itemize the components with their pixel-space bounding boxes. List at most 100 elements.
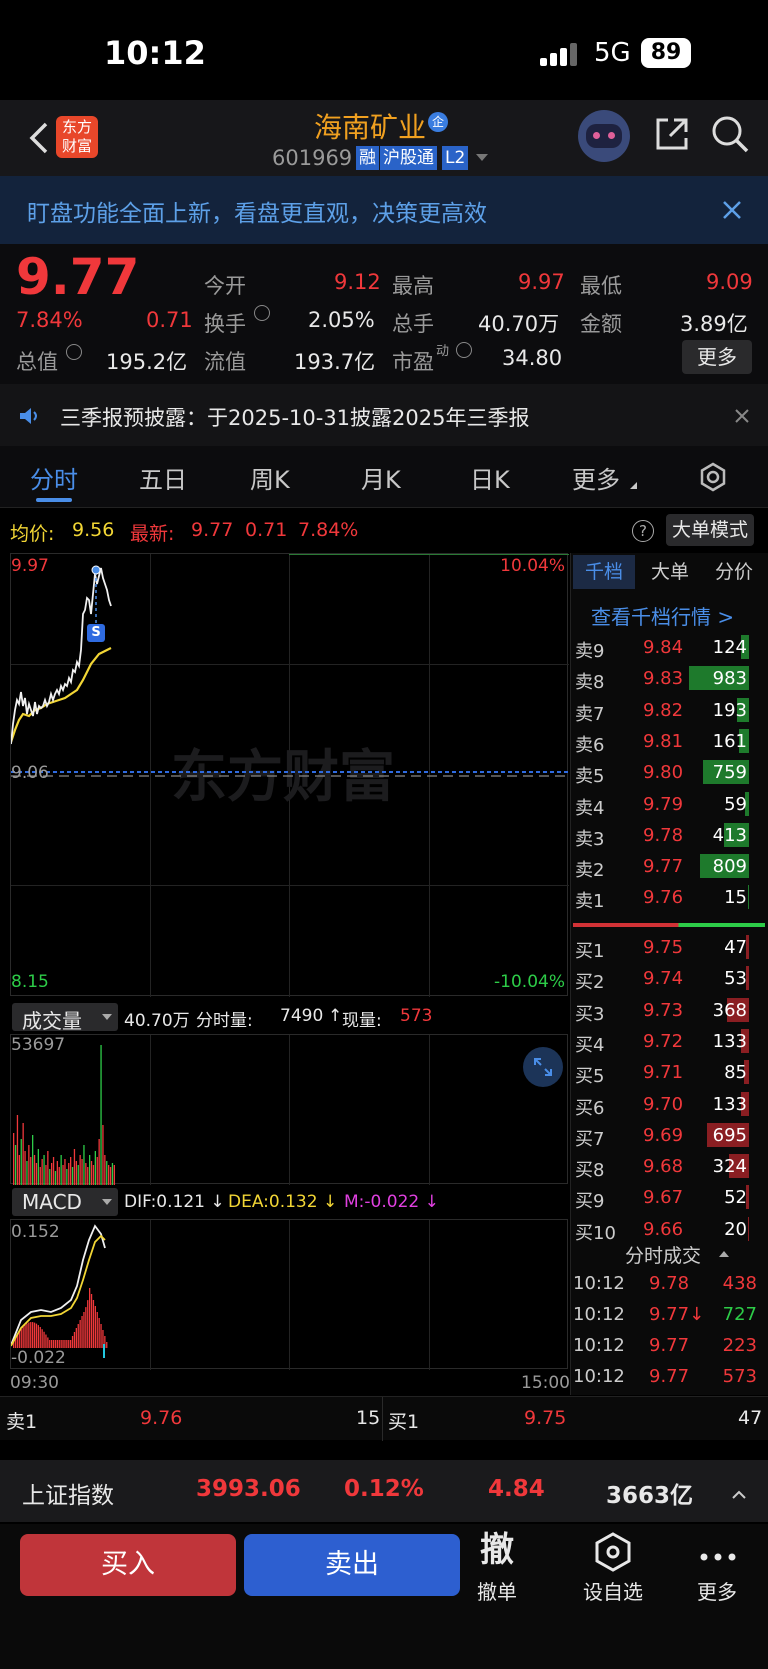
bid-row[interactable]: 买3 9.73 368 <box>571 996 761 1027</box>
ask-volume: 809 <box>712 856 747 878</box>
robot-avatar-icon[interactable] <box>578 110 630 162</box>
view-depth-link[interactable]: 查看千档行情 > <box>591 601 734 630</box>
bid-row[interactable]: 买9 9.67 52 <box>571 1183 761 1214</box>
tab-depth[interactable]: 千档 <box>573 555 635 589</box>
sell-button[interactable]: 卖出 <box>244 1534 460 1596</box>
bid-price: 9.67 <box>643 1187 684 1209</box>
bid-row[interactable]: 买8 9.68 324 <box>571 1152 761 1183</box>
tab-daily[interactable]: 日K <box>470 460 510 495</box>
volume-bars <box>13 1045 115 1185</box>
bid-row[interactable]: 买4 9.72 133 <box>571 1027 761 1058</box>
big-order-mode-button[interactable]: 大单模式 <box>666 514 754 546</box>
tab-price-distribution[interactable]: 分价 <box>703 555 765 589</box>
volume-bar <box>51 1163 53 1185</box>
help-icon[interactable]: ? <box>632 520 654 542</box>
ask-price: 9.84 <box>643 637 684 658</box>
info-icon[interactable] <box>66 344 82 360</box>
current-price: 9.77 <box>16 248 140 306</box>
tab-big-orders[interactable]: 大单 <box>639 555 701 589</box>
volume-bar <box>45 1165 47 1185</box>
bid-level-label: 买7 <box>575 1128 605 1150</box>
macd-bar <box>71 1336 74 1348</box>
bid-row[interactable]: 买1 9.75 47 <box>571 933 761 964</box>
current-volume: 573 <box>400 1006 433 1026</box>
bid-level-label: 买1 <box>575 941 605 962</box>
feature-banner[interactable]: 盯盘功能全面上新，看盘更直观，决策更高效 <box>0 176 768 244</box>
ask-row[interactable]: 卖2 9.77 809 <box>571 852 761 883</box>
buy-button[interactable]: 买入 <box>20 1534 236 1596</box>
macd-bar <box>87 1300 89 1348</box>
index-bar[interactable]: 上证指数 3993.06 0.12% 4.84 3663亿 <box>0 1460 768 1522</box>
level1-ask-volume: 15 <box>356 1407 381 1429</box>
expand-icon[interactable] <box>523 1047 563 1087</box>
order-book-panel: 千档 大单 分价 查看千档行情 > 卖9 9.84 124 卖8 9.83 983 卖7 9.… <box>570 553 768 1395</box>
notice-text: 三季报预披露：于2025-10-31披露2025年三季报 <box>60 406 530 430</box>
cancel-order-button[interactable]: 撤 撤单 <box>452 1528 542 1604</box>
volume-chart[interactable]: 53697 <box>10 1034 568 1185</box>
close-icon[interactable] <box>734 408 750 424</box>
tab-more[interactable]: 更多 <box>572 460 620 495</box>
macd-bar <box>62 1340 64 1348</box>
bid-row[interactable]: 买2 9.74 53 <box>571 964 761 995</box>
macd-dif: DIF:0.121 ↓ <box>124 1192 225 1212</box>
macd-bar <box>70 1340 72 1348</box>
macd-bar <box>79 1320 81 1348</box>
bid-row[interactable]: 买7 9.69 695 <box>571 1121 761 1152</box>
macd-bar <box>49 1340 51 1348</box>
volume-bar <box>56 1161 58 1185</box>
more-button[interactable]: 更多 <box>682 340 752 374</box>
macd-bar <box>47 1337 49 1348</box>
ask-level-label: 卖5 <box>575 766 605 788</box>
macd-selector[interactable]: MACD <box>12 1188 118 1216</box>
volume-selector[interactable]: 成交量 <box>12 1003 118 1033</box>
ask-row[interactable]: 卖9 9.84 124 <box>571 633 761 664</box>
bid-row[interactable]: 买6 9.70 133 <box>571 1090 761 1121</box>
share-icon[interactable] <box>652 114 692 154</box>
bid-level-label: 买4 <box>575 1034 605 1056</box>
tab-monthly[interactable]: 月K <box>361 460 401 495</box>
info-icon[interactable] <box>456 342 472 358</box>
price-axis-mid: 9.06 <box>11 763 49 783</box>
index-change: 4.84 <box>488 1476 545 1502</box>
notice-bar[interactable]: 三季报预披露：于2025-10-31披露2025年三季报 <box>0 384 768 446</box>
ask-row[interactable]: 卖6 9.81 161 <box>571 727 761 758</box>
info-icon[interactable] <box>254 305 270 321</box>
settings-icon[interactable] <box>698 462 728 492</box>
ask-row[interactable]: 卖8 9.83 983 <box>571 664 761 695</box>
index-value: 3993.06 <box>196 1476 301 1502</box>
sell-signal-marker[interactable]: S <box>87 624 105 642</box>
volume-bar <box>87 1167 89 1185</box>
volume-bar <box>13 1133 15 1185</box>
macd-bar <box>56 1340 58 1348</box>
ask-row[interactable]: 卖1 9.76 15 <box>571 883 761 914</box>
macd-chart[interactable]: 0.152 -0.022 <box>10 1219 568 1370</box>
more-actions-label: 更多 <box>697 1580 737 1604</box>
volume-bar <box>28 1145 30 1185</box>
macd-bar <box>75 1328 77 1348</box>
quote-panel: 9.77 7.84% 0.71 总值 195.2亿 今开 9.12 换手 2.0… <box>0 244 768 384</box>
tab-intraday[interactable]: 分时 <box>30 460 78 495</box>
tab-weekly[interactable]: 周K <box>250 460 290 495</box>
ask-level-label: 卖6 <box>575 734 605 756</box>
trades-title[interactable]: 分时成交 <box>625 1241 701 1268</box>
volume-bar <box>106 1161 108 1185</box>
bid-level-label: 买3 <box>575 1003 605 1025</box>
ask-row[interactable]: 卖3 9.78 413 <box>571 821 761 852</box>
price-axis-bottom: 8.15 <box>11 972 49 992</box>
intraday-chart[interactable]: 东方财富 S 9.97 9.06 8.15 10.04% -10.04% <box>10 553 569 997</box>
code-dropdown-icon[interactable] <box>476 154 488 161</box>
volume-bar <box>109 1167 112 1185</box>
search-icon[interactable] <box>710 114 750 154</box>
close-icon[interactable] <box>722 200 742 220</box>
chevron-up-icon[interactable] <box>719 1251 729 1257</box>
ask-level-label: 卖3 <box>575 828 605 850</box>
chart-tabs: 分时 五日 周K 月K 日K 更多 <box>0 446 768 508</box>
tab-five-day[interactable]: 五日 <box>139 460 187 495</box>
chevron-up-icon[interactable] <box>732 1484 746 1499</box>
ask-row[interactable]: 卖5 9.80 759 <box>571 758 761 789</box>
volume-bar <box>104 1155 106 1185</box>
bid-row[interactable]: 买5 9.71 85 <box>571 1058 761 1089</box>
ask-row[interactable]: 卖7 9.82 193 <box>571 696 761 727</box>
back-icon[interactable] <box>24 118 54 158</box>
ask-row[interactable]: 卖4 9.79 59 <box>571 790 761 821</box>
